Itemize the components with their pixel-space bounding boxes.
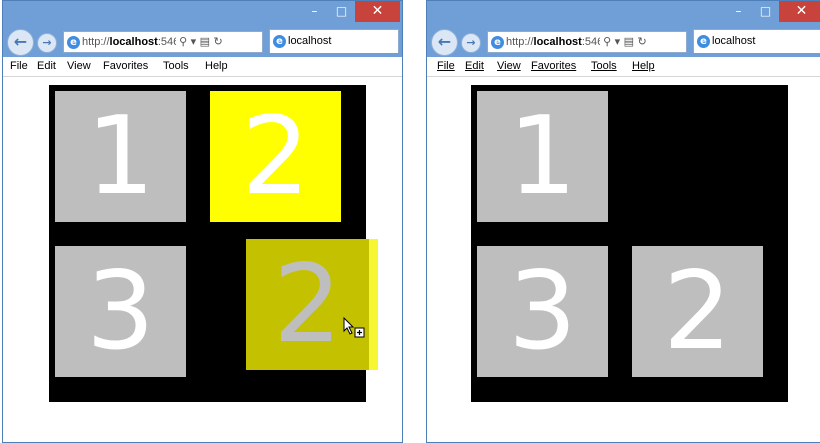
- tab-title: localhost: [288, 35, 332, 47]
- menu-edit[interactable]: Edit: [37, 60, 56, 72]
- navigation-bar: ← → ehttp://localhost:546 ⚲ ▾ ▤ ↻ elocal…: [3, 25, 402, 57]
- page-content: 1 2 3 2: [3, 77, 402, 442]
- ie-tab-icon: e: [273, 34, 286, 48]
- menu-favorites[interactable]: Favorites: [103, 60, 148, 72]
- menu-file[interactable]: File: [10, 60, 28, 72]
- menu-view[interactable]: View: [67, 60, 91, 72]
- tile-2-source[interactable]: 2: [210, 91, 341, 222]
- menu-file[interactable]: File: [437, 60, 455, 72]
- menu-help[interactable]: Help: [632, 60, 655, 72]
- close-button[interactable]: ✕: [779, 1, 820, 22]
- back-button[interactable]: ←: [431, 29, 458, 56]
- menu-bar: File Edit View Favorites Tools Help: [3, 57, 402, 77]
- tile-1[interactable]: 1: [55, 91, 186, 222]
- menu-view[interactable]: View: [497, 60, 521, 72]
- back-button[interactable]: ←: [7, 29, 34, 56]
- drag-copy-cursor-icon: [343, 317, 365, 338]
- tile-3[interactable]: 3: [477, 246, 608, 377]
- dragged-tile-2[interactable]: 2: [246, 239, 369, 370]
- maximize-button[interactable]: □: [328, 1, 355, 22]
- tile-2[interactable]: 2: [632, 246, 763, 377]
- address-url[interactable]: http://localhost:546: [506, 32, 600, 52]
- close-button[interactable]: ✕: [355, 1, 400, 22]
- drag-drop-board: 1 3 2: [471, 85, 788, 402]
- address-bar-icons[interactable]: ⚲ ▾ ▤ ↻: [603, 32, 647, 52]
- menu-tools[interactable]: Tools: [163, 60, 189, 72]
- tile-1[interactable]: 1: [477, 91, 608, 222]
- address-url[interactable]: http://localhost:546: [82, 32, 176, 52]
- ie-tab-icon: e: [697, 34, 710, 48]
- address-bar[interactable]: ehttp://localhost:546 ⚲ ▾ ▤ ↻: [487, 31, 687, 53]
- menu-help[interactable]: Help: [205, 60, 228, 72]
- menu-edit[interactable]: Edit: [465, 60, 484, 72]
- minimize-button[interactable]: –: [301, 1, 328, 22]
- navigation-bar: ← → ehttp://localhost:546 ⚲ ▾ ▤ ↻ elocal…: [427, 25, 820, 57]
- tab-localhost[interactable]: e localhost: [693, 29, 820, 53]
- menu-tools[interactable]: Tools: [591, 60, 617, 72]
- browser-window-right: – □ ✕ ← → ehttp://localhost:546 ⚲ ▾ ▤ ↻ …: [426, 0, 820, 443]
- address-bar-icons[interactable]: ⚲ ▾ ▤ ↻: [179, 32, 223, 52]
- forward-button[interactable]: →: [37, 33, 57, 53]
- menu-bar: File Edit View Favorites Tools Help: [427, 57, 820, 77]
- forward-button[interactable]: →: [461, 33, 481, 53]
- menu-favorites[interactable]: Favorites: [531, 60, 576, 72]
- browser-window-left: – □ ✕ ← → ehttp://localhost:546 ⚲ ▾ ▤ ↻ …: [2, 0, 403, 443]
- maximize-button[interactable]: □: [752, 1, 779, 22]
- ie-icon: e: [491, 35, 504, 49]
- minimize-button[interactable]: –: [725, 1, 752, 22]
- tab-localhost[interactable]: e localhost: [269, 29, 399, 53]
- ie-icon: e: [67, 35, 80, 49]
- tab-title: localhost: [712, 35, 756, 47]
- address-bar[interactable]: ehttp://localhost:546 ⚲ ▾ ▤ ↻: [63, 31, 263, 53]
- tile-3[interactable]: 3: [55, 246, 186, 377]
- page-content: 1 3 2: [427, 77, 820, 442]
